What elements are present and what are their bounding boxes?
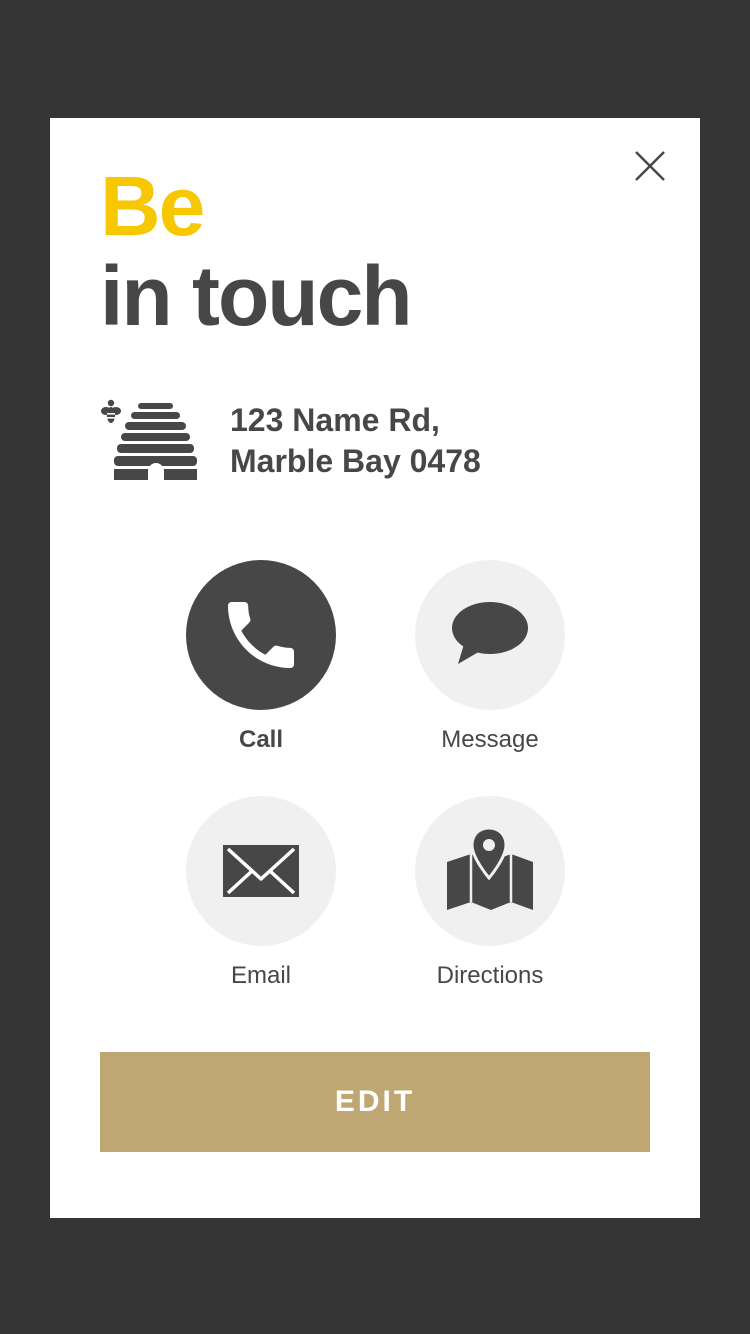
- email-button[interactable]: [186, 796, 336, 946]
- page-title-accent: Be: [100, 159, 205, 253]
- contact-modal: Be in touch 123 Name Rd, Marble Bay 0478…: [50, 118, 700, 1218]
- beehive-icon: [100, 398, 200, 482]
- call-action[interactable]: Call: [161, 560, 361, 756]
- close-button[interactable]: [630, 146, 670, 186]
- email-action[interactable]: Email: [161, 796, 361, 992]
- message-label: Message: [441, 726, 539, 753]
- speech-bubble-icon: [452, 602, 528, 664]
- close-icon: [635, 151, 665, 181]
- directions-action[interactable]: Directions: [390, 796, 590, 992]
- message-action[interactable]: Message: [390, 560, 590, 756]
- call-button[interactable]: [186, 560, 336, 710]
- message-button[interactable]: [415, 560, 565, 710]
- call-label: Call: [238, 726, 283, 753]
- directions-label: Directions: [436, 962, 544, 989]
- address-line-2: Marble Bay 0478: [230, 443, 481, 479]
- directions-button[interactable]: [415, 796, 565, 946]
- map-pin-icon: [447, 826, 533, 910]
- email-label: Email: [230, 962, 291, 989]
- page-title: in touch: [100, 249, 413, 343]
- address: 123 Name Rd, Marble Bay 0478: [230, 400, 481, 482]
- edit-button[interactable]: EDIT: [100, 1052, 650, 1152]
- phone-icon: [228, 602, 294, 668]
- envelope-icon: [223, 845, 299, 897]
- address-line-1: 123 Name Rd,: [230, 402, 440, 438]
